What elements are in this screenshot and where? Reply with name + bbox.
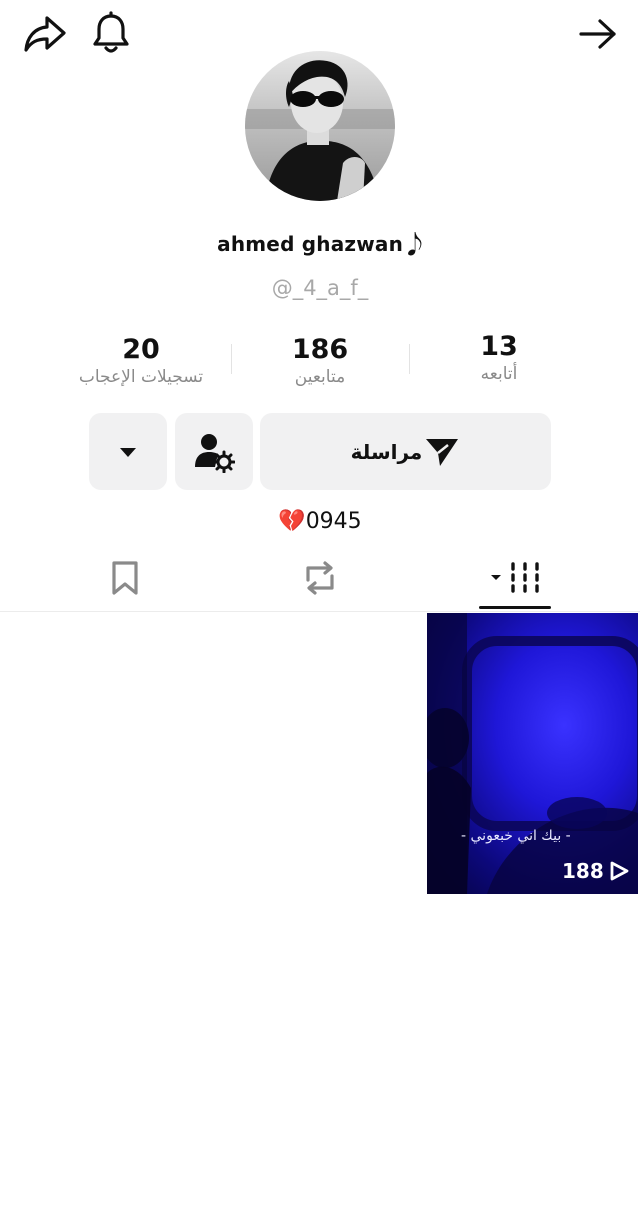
stat-likes[interactable]: 20 تسجيلات الإعجاب	[51, 334, 231, 388]
message-button[interactable]: مراسلة	[260, 413, 551, 490]
share-icon	[24, 16, 66, 52]
send-icon	[426, 438, 459, 466]
message-label: مراسلة	[350, 439, 423, 464]
tab-reposts[interactable]	[290, 555, 350, 601]
more-options-button[interactable]	[89, 413, 167, 490]
likes-label: تسجيلات الإعجاب	[78, 367, 204, 387]
following-count: 13	[480, 331, 518, 362]
stat-following[interactable]: 13 أتابعه	[409, 331, 589, 385]
following-label: أتابعه	[480, 364, 518, 384]
share-button[interactable]	[20, 12, 70, 56]
display-name-text: ahmed ghazwan	[217, 232, 404, 256]
bell-icon	[93, 11, 129, 53]
bookmark-icon	[112, 561, 138, 595]
arrow-right-icon	[579, 19, 616, 49]
likes-count: 20	[122, 334, 160, 365]
video-caption: - بيك اني خبعوني -	[461, 828, 571, 844]
tab-bar-divider	[0, 611, 640, 612]
music-note-emoji: 𝅘𝅥𝅮	[407, 228, 423, 263]
followers-label: متابعين	[294, 367, 346, 387]
video-thumbnail[interactable]: - بيك اني خبعوني - 188	[427, 613, 638, 894]
video-views: 188	[562, 859, 630, 883]
user-gear-icon	[195, 433, 235, 473]
video-views-count: 188	[562, 859, 604, 883]
stat-followers[interactable]: 186 متابعين	[230, 334, 410, 388]
manage-account-button[interactable]	[175, 413, 253, 490]
notifications-button[interactable]	[88, 10, 134, 56]
play-icon	[610, 861, 629, 881]
bio: 💔0945	[278, 509, 362, 534]
caret-down-icon	[120, 447, 136, 457]
avatar[interactable]	[245, 51, 395, 201]
display-name: ahmed ghazwan 𝅘𝅥𝅮	[0, 228, 640, 263]
repost-icon	[306, 561, 334, 595]
username: @_4_a_f_	[271, 276, 369, 300]
tab-saved[interactable]	[95, 555, 155, 601]
active-tab-indicator	[479, 606, 551, 609]
tab-videos[interactable]	[479, 555, 551, 601]
followers-count: 186	[291, 334, 349, 365]
grid-icon	[491, 562, 539, 593]
back-button[interactable]	[574, 12, 622, 56]
